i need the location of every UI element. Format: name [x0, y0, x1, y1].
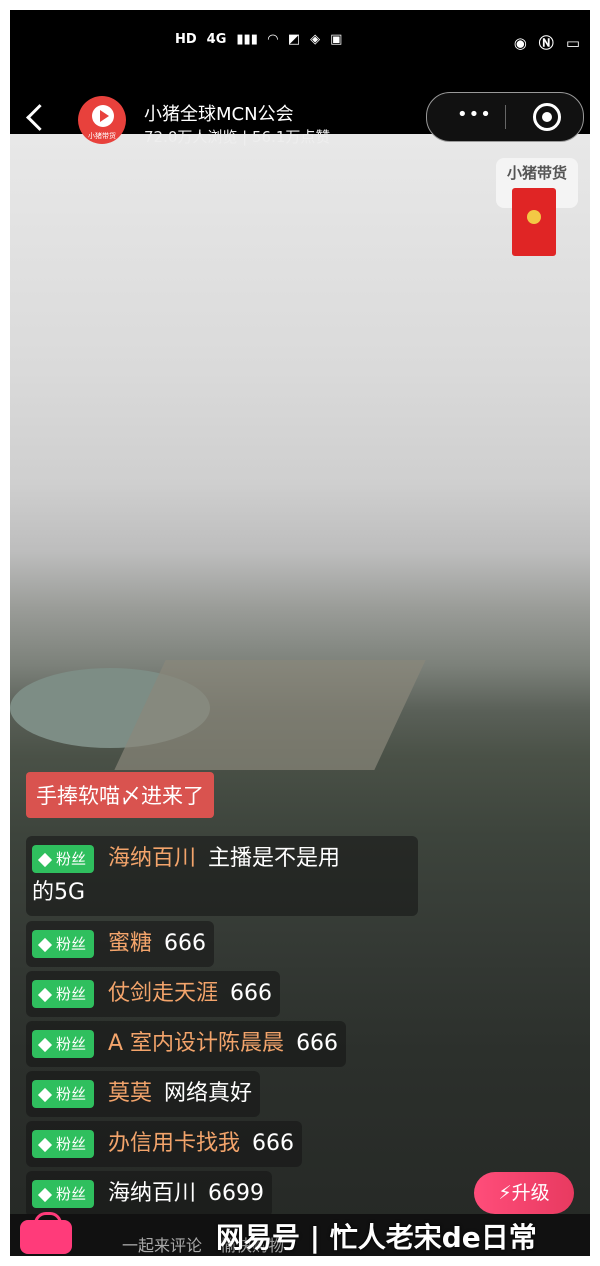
- mini-program-capsule: •••: [426, 92, 584, 142]
- status-icons-right: ◉ Ⓝ ▭: [514, 32, 580, 53]
- red-packet-icon[interactable]: [512, 188, 556, 256]
- battery-icon: ▭: [565, 33, 580, 52]
- status-bar: HD 4G ▮▮▮ ◠ ◩ ◈ ▣ ◉ Ⓝ ▭: [10, 10, 590, 74]
- comment-text: 网络真好: [164, 1081, 253, 1106]
- join-notice: 手捧软喵〆进来了: [26, 772, 214, 818]
- capsule-divider: [505, 105, 506, 129]
- diamond-icon: [37, 1187, 53, 1202]
- channel-stats: 72.0万人浏览 | 56.1万点赞: [144, 128, 331, 146]
- comment-user: 蜜糖: [108, 931, 153, 956]
- comment-item: 粉丝 仗剑走天涯 666: [26, 971, 281, 1017]
- comment-item: 粉丝 海纳百川 主播是不是用的5G: [26, 836, 418, 916]
- avatar-label: 小猪带货: [88, 132, 116, 140]
- signal-icon: ▮▮▮: [236, 32, 258, 47]
- comment-text: 主播是不是用: [208, 846, 341, 871]
- hd-indicator: HD: [175, 32, 197, 47]
- diamond-icon: [37, 1037, 53, 1052]
- diamond-icon: [37, 1087, 53, 1102]
- diamond-icon: [37, 937, 53, 952]
- eye-icon: ◉: [513, 33, 527, 52]
- diamond-icon: [37, 1137, 53, 1152]
- channel-name[interactable]: 小猪全球MCN公会: [144, 100, 294, 126]
- wifi-icon: ◠: [267, 32, 278, 47]
- upgrade-icon: ⚡: [498, 1182, 512, 1204]
- watermark: 网易号 | 忙人老宋de日常: [216, 1221, 537, 1254]
- comment-input[interactable]: 一起来评论: [122, 1232, 202, 1256]
- app-icon: ◈: [310, 32, 321, 47]
- fan-badge: 粉丝: [32, 1080, 95, 1108]
- nfc-icon: Ⓝ: [538, 34, 554, 52]
- back-icon[interactable]: [26, 104, 53, 131]
- fan-badge: 粉丝: [32, 1130, 95, 1158]
- app-icon: ▣: [330, 32, 343, 47]
- diamond-icon: [37, 987, 53, 1002]
- comment-text: 666: [252, 1131, 295, 1156]
- fan-badge: 粉丝: [32, 1180, 95, 1208]
- channel-avatar[interactable]: 小猪带货: [78, 96, 126, 144]
- comment-item: 粉丝 A 室内设计陈晨晨 666: [26, 1021, 347, 1067]
- comment-text: 6699: [208, 1181, 265, 1206]
- comment-text: 666: [296, 1031, 339, 1056]
- comment-text: 666: [230, 981, 273, 1006]
- live-header: 小猪带货 小猪全球MCN公会 72.0万人浏览 | 56.1万点赞 •••: [10, 74, 590, 146]
- comment-user: 仗剑走天涯: [108, 981, 219, 1006]
- brand-name: 小猪带货: [506, 164, 567, 182]
- comment-item: 粉丝 莫莫 网络真好: [26, 1071, 261, 1117]
- comment-text: 666: [164, 931, 207, 956]
- comment-user: 海纳百川: [108, 846, 197, 871]
- status-icons-left: HD 4G ▮▮▮ ◠ ◩ ◈ ▣: [175, 32, 342, 47]
- upgrade-button[interactable]: ⚡升级: [474, 1172, 574, 1214]
- play-logo-icon: [92, 105, 114, 127]
- fan-badge: 粉丝: [32, 980, 95, 1008]
- fan-badge: 粉丝: [32, 930, 95, 958]
- network-4g-icon: 4G: [206, 32, 227, 47]
- shopping-bag-icon[interactable]: [20, 1212, 72, 1254]
- comment-item: 粉丝 蜜糖 666: [26, 921, 215, 967]
- fan-badge: 粉丝: [32, 1030, 95, 1058]
- comment-item: 粉丝 办信用卡找我 666: [26, 1121, 303, 1167]
- comment-user: 办信用卡找我: [108, 1131, 241, 1156]
- fan-badge: 粉丝: [32, 845, 95, 873]
- video-field-area: [114, 660, 426, 770]
- diamond-icon: [37, 852, 53, 867]
- app-icon: ◩: [287, 32, 301, 47]
- close-target-icon[interactable]: [533, 103, 561, 131]
- phone-screen: HD 4G ▮▮▮ ◠ ◩ ◈ ▣ ◉ Ⓝ ▭ 小猪带货 小猪全球MCN公会 7…: [10, 10, 590, 1256]
- comment-user: 莫莫: [108, 1081, 153, 1106]
- comment-user: 海纳百川: [108, 1181, 197, 1206]
- comment-item: 粉丝 海纳百川 6699: [26, 1171, 273, 1217]
- comment-user: A 室内设计陈晨晨: [108, 1031, 285, 1056]
- comment-text-continued: 的5G: [32, 880, 86, 905]
